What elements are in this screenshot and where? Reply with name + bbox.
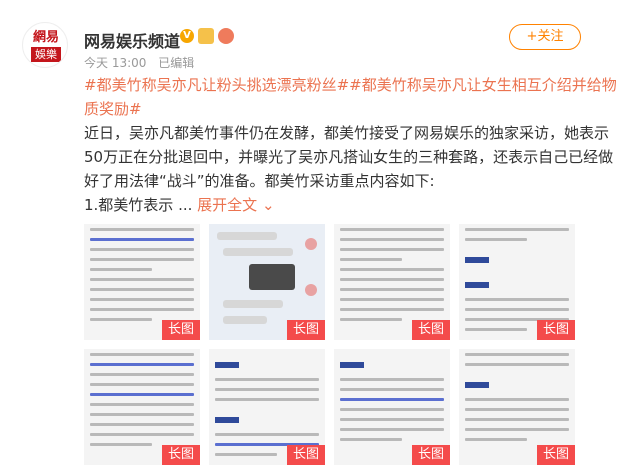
image-thumbnail-6[interactable]: 长图: [209, 349, 325, 465]
member-badge-icon[interactable]: [198, 28, 214, 44]
expand-full-text-link[interactable]: 展开全文: [197, 196, 257, 214]
long-image-tag: 长图: [161, 445, 200, 465]
account-name[interactable]: 网易娱乐频道: [84, 28, 180, 52]
long-image-tag: 长图: [286, 320, 325, 340]
image-grid: 长图 长图 长图 长图 长图 长图 长图 长图: [84, 224, 600, 469]
logo-text-top: 網易: [32, 30, 59, 45]
long-image-tag: 长图: [286, 445, 325, 465]
image-thumbnail-5[interactable]: 长图: [84, 349, 200, 465]
long-image-tag: 长图: [411, 445, 450, 465]
post-body: 近日，吴亦凡都美竹事件仍在发酵，都美竹接受了网易娱乐的独家采访，她表示50万正在…: [84, 124, 614, 190]
image-thumbnail-3[interactable]: 长图: [334, 224, 450, 340]
long-image-tag: 长图: [536, 445, 575, 465]
post-meta: 今天 13:00 已编辑: [84, 54, 202, 71]
logo-text-bottom: 娛樂: [31, 47, 61, 62]
long-image-tag: 长图: [161, 320, 200, 340]
post-content: #都美竹称吴亦凡让粉头挑选漂亮粉丝##都美竹称吴亦凡让女生相互介绍并给物质奖励#…: [84, 73, 624, 217]
topic-link[interactable]: #都美竹称吴亦凡让粉头挑选漂亮粉丝##都美竹称吴亦凡让女生相互介绍并给物质奖励#: [84, 76, 617, 118]
chevron-down-icon[interactable]: ⌄: [257, 196, 275, 214]
image-thumbnail-8[interactable]: 长图: [459, 349, 575, 465]
image-thumbnail-1[interactable]: 长图: [84, 224, 200, 340]
avatar[interactable]: 網易 娛樂: [22, 22, 68, 68]
post-header: 網易 娛樂 网易娱乐频道 V +关注 今天 13:00 已编辑: [0, 0, 640, 72]
image-thumbnail-4[interactable]: 长图: [459, 224, 575, 340]
follow-button[interactable]: +关注: [509, 24, 581, 50]
image-thumbnail-2[interactable]: 长图: [209, 224, 325, 340]
edited-label: 已编辑: [158, 56, 195, 70]
post-preview: 1.都美竹表示 ...: [84, 196, 193, 214]
verified-icon: V: [180, 29, 194, 43]
image-thumbnail-7[interactable]: 长图: [334, 349, 450, 465]
long-image-tag: 长图: [536, 320, 575, 340]
long-image-tag: 长图: [411, 320, 450, 340]
fan-badge-icon[interactable]: [218, 28, 234, 44]
post-time[interactable]: 今天 13:00: [84, 56, 146, 70]
